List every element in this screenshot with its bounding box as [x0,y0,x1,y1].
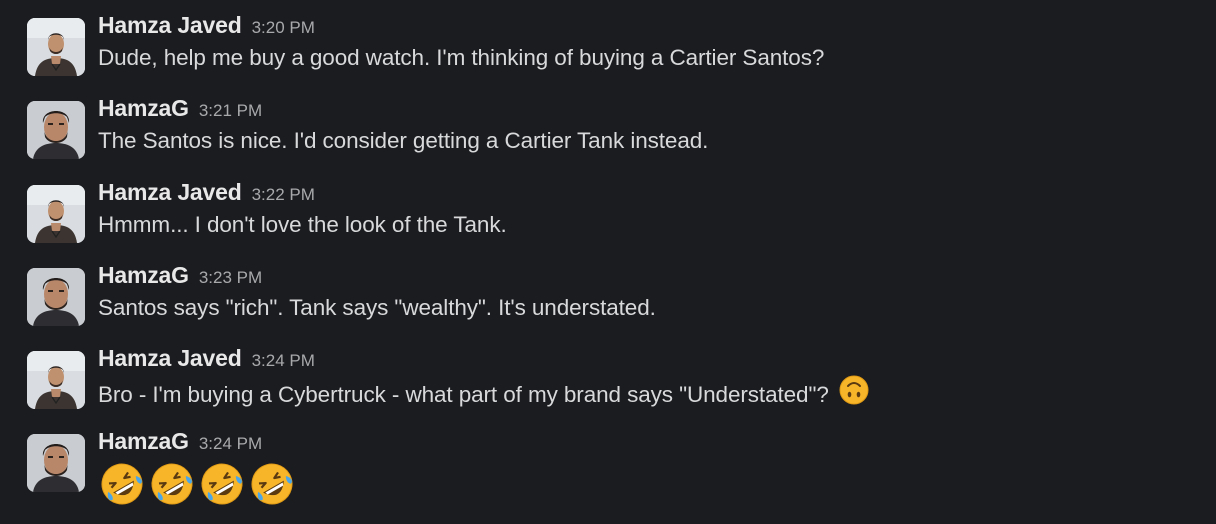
rolling-on-floor-laughing-emoji [198,460,246,513]
avatar-hamza-javed-image [27,18,85,76]
author-name[interactable]: Hamza Javed [98,179,242,205]
rolling-on-floor-laughing-emoji [98,460,146,513]
avatar-hamza-javed-image [27,351,85,409]
avatar[interactable] [27,185,85,243]
avatar-hamzag-image [27,434,85,492]
message-item: Hamza Javed 3:22 PM Hmmm... I don't love … [0,179,1216,268]
message-header: Hamza Javed 3:24 PM [98,345,315,372]
message-text: Santos says "rich". Tank says "wealthy".… [98,295,656,320]
avatar[interactable] [27,268,85,326]
upside-down-face-emoji [839,375,869,411]
author-name[interactable]: HamzaG [98,95,189,121]
message-header: HamzaG 3:24 PM [98,428,262,455]
message-header: Hamza Javed 3:20 PM [98,12,315,39]
avatar[interactable] [27,18,85,76]
timestamp[interactable]: 3:23 PM [199,268,262,287]
message-text: Dude, help me buy a good watch. I'm thin… [98,45,825,70]
avatar[interactable] [27,351,85,409]
message-item: HamzaG 3:21 PM The Santos is nice. I'd co… [0,95,1216,184]
message-item: HamzaG 3:23 PM Santos says "rich". Tank s… [0,262,1216,351]
avatar-hamzag-image [27,268,85,326]
avatar[interactable] [27,434,85,492]
message-feed: Hamza Javed 3:20 PM Dude, help me buy a g… [0,0,1216,524]
message-text-row: Bro - I'm buying a Cybertruck - what par… [98,375,869,414]
message-header: HamzaG 3:21 PM [98,95,262,122]
timestamp[interactable]: 3:21 PM [199,101,262,120]
avatar[interactable] [27,101,85,159]
message-header: Hamza Javed 3:22 PM [98,179,315,206]
author-name[interactable]: HamzaG [98,262,189,288]
message-text: Hmmm... I don't love the look of the Tan… [98,212,507,237]
author-name[interactable]: Hamza Javed [98,345,242,371]
author-name[interactable]: HamzaG [98,428,189,454]
rolling-on-floor-laughing-emoji [148,460,196,513]
emoji-message [98,460,298,513]
message-item: HamzaG 3:24 PM [0,428,1216,517]
avatar-hamza-javed-image [27,185,85,243]
message-header: HamzaG 3:23 PM [98,262,262,289]
rolling-on-floor-laughing-emoji [248,460,296,513]
message-text: The Santos is nice. I'd consider getting… [98,128,709,153]
author-name[interactable]: Hamza Javed [98,12,242,38]
timestamp[interactable]: 3:22 PM [252,185,315,204]
message-text: Bro - I'm buying a Cybertruck - what par… [98,381,829,407]
timestamp[interactable]: 3:20 PM [252,18,315,37]
timestamp[interactable]: 3:24 PM [199,434,262,453]
message-item: Hamza Javed 3:24 PM Bro - I'm buying a Cy… [0,345,1216,434]
message-item: Hamza Javed 3:20 PM Dude, help me buy a g… [0,12,1216,101]
timestamp[interactable]: 3:24 PM [252,351,315,370]
avatar-hamzag-image [27,101,85,159]
